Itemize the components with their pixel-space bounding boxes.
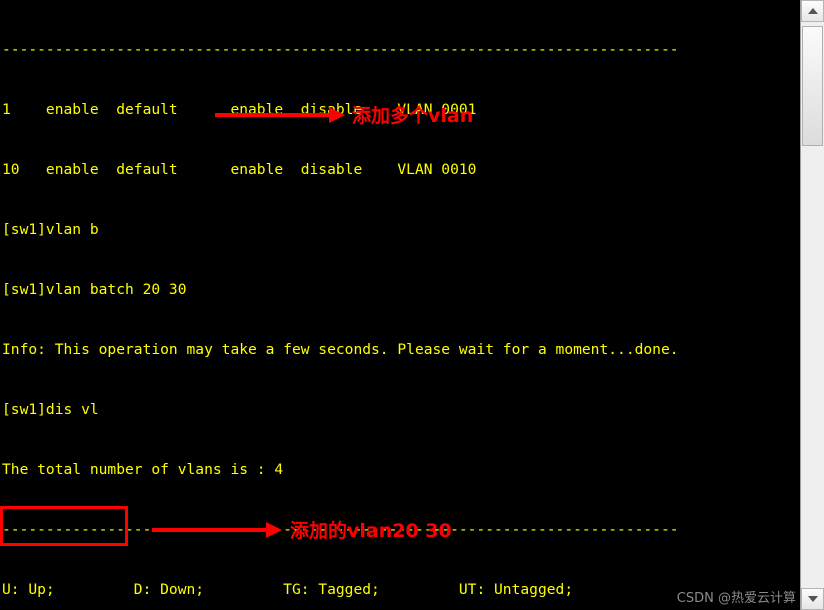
watermark-text: CSDN @热爱云计算 <box>676 591 796 606</box>
scroll-up-button[interactable] <box>801 0 824 22</box>
annotation-text-added-vlan: 添加的vlan20 30 <box>290 520 452 542</box>
scroll-up-arrow-icon <box>807 8 818 14</box>
terminal-line: ----------------------------------------… <box>2 41 679 58</box>
terminal-line: Info: This operation may take a few seco… <box>2 341 679 358</box>
terminal-line: [sw1]vlan batch 20 30 <box>2 281 187 298</box>
terminal-line: 10 enable default enable disable VLAN 00… <box>2 161 477 178</box>
terminal-line: The total number of vlans is : 4 <box>2 461 284 478</box>
terminal-line: [sw1]vlan b <box>2 221 99 238</box>
scroll-down-arrow-icon <box>807 596 818 602</box>
vertical-scrollbar[interactable] <box>800 0 824 610</box>
scrollbar-thumb[interactable] <box>802 26 823 146</box>
scroll-down-button[interactable] <box>801 588 824 610</box>
terminal-line: [sw1]dis vl <box>2 401 99 418</box>
highlight-box-vlan20-vlan30 <box>0 506 128 546</box>
annotation-text-add-multiple-vlan: 添加多个vlan <box>352 105 474 127</box>
screenshot-root: ----------------------------------------… <box>0 0 824 610</box>
